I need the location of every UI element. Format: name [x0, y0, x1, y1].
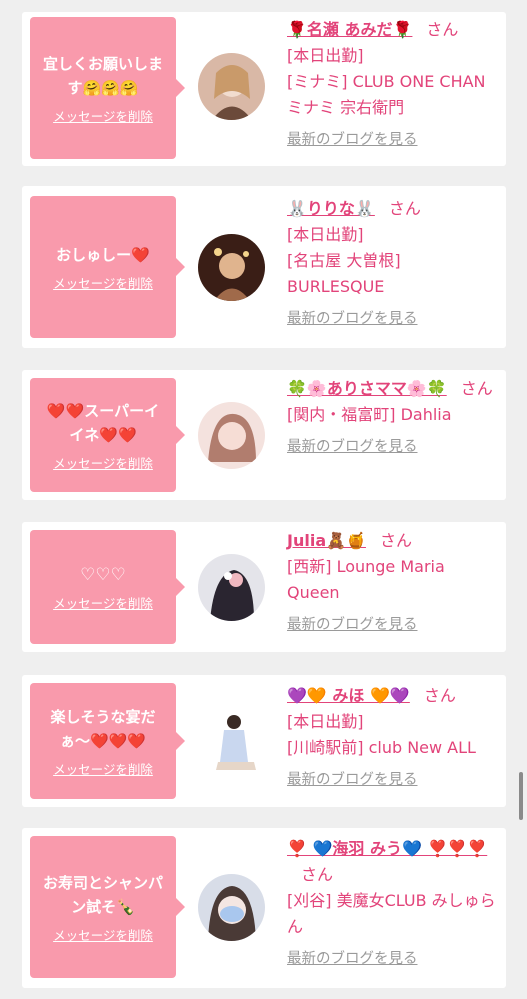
scrollbar[interactable] [519, 772, 523, 820]
latest-blog-link[interactable]: 最新のブログを見る [287, 767, 418, 793]
delete-message-link[interactable]: メッセージを削除 [53, 273, 153, 292]
message-text: 楽しそうな宴だぁ〜❤️❤️❤️ [50, 707, 156, 750]
avatar-image [198, 234, 265, 301]
delete-message-link[interactable]: メッセージを削除 [53, 925, 153, 944]
latest-blog-link[interactable]: 最新のブログを見る [287, 946, 418, 972]
delete-message-link[interactable]: メッセージを削除 [53, 453, 153, 472]
avatar[interactable] [198, 708, 265, 775]
latest-blog-link[interactable]: 最新のブログを見る [287, 612, 418, 638]
message-card: 宜しくお願いします🤗🤗🤗 メッセージを削除 🌹名瀬 あみだ🌹 さん [本日出勤] … [22, 12, 506, 166]
latest-blog-link[interactable]: 最新のブログを見る [287, 434, 418, 460]
profile-info: ❣️ 💙海羽 みう💙 ❣️❣️❣️ さん [刈谷] 美魔女CLUB みしゅらん 最… [287, 836, 499, 972]
avatar[interactable] [198, 402, 265, 469]
profile-name-link[interactable]: 💜🧡 みほ 🧡💜 [287, 686, 410, 705]
message-bubble: お寿司とシャンパン試そ🍾 メッセージを削除 [30, 836, 185, 978]
profile-name-link[interactable]: Julia🧸🍯 [287, 531, 366, 550]
message-bubble: 楽しそうな宴だぁ〜❤️❤️❤️ メッセージを削除 [30, 683, 185, 799]
avatar-image [198, 53, 265, 120]
profile-details: [本日出勤] [川崎駅前] club New ALL [287, 712, 476, 757]
profile-name-link[interactable]: ❣️ 💙海羽 みう💙 ❣️❣️❣️ [287, 839, 487, 858]
avatar[interactable] [198, 874, 265, 941]
message-text: 宜しくお願いします🤗🤗🤗 [42, 54, 163, 97]
message-bubble: ❤️❤️スーパーイイネ❤️❤️ メッセージを削除 [30, 378, 185, 492]
avatar[interactable] [198, 53, 265, 120]
profile-info: 💜🧡 みほ 🧡💜 さん [本日出勤] [川崎駅前] club New ALL 最新… [287, 683, 499, 793]
profile-details: [西新] Lounge Maria Queen [287, 557, 445, 602]
message-bubble: おしゅしー❤️ メッセージを削除 [30, 196, 185, 338]
avatar[interactable] [198, 234, 265, 301]
honorific: さん [301, 865, 334, 884]
message-card: 楽しそうな宴だぁ〜❤️❤️❤️ メッセージを削除 💜🧡 みほ 🧡💜 さん [本日出… [22, 675, 506, 807]
delete-message-link[interactable]: メッセージを削除 [53, 593, 153, 612]
profile-details: [刈谷] 美魔女CLUB みしゅらん [287, 891, 496, 936]
message-bubble: ♡♡♡ メッセージを削除 [30, 530, 185, 644]
profile-info: 🐰りりな🐰 さん [本日出勤] [名古屋 大曽根] BURLESQUE 最新のブロ… [287, 196, 499, 332]
message-text: おしゅしー❤️ [56, 245, 150, 264]
avatar-image [198, 874, 265, 941]
latest-blog-link[interactable]: 最新のブログを見る [287, 306, 418, 332]
honorific: さん [388, 199, 421, 218]
honorific: さん [423, 686, 456, 705]
delete-message-link[interactable]: メッセージを削除 [53, 759, 153, 778]
message-text: ❤️❤️スーパーイイネ❤️❤️ [46, 401, 160, 444]
avatar-image [198, 554, 265, 621]
profile-details: [本日出勤] [名古屋 大曽根] BURLESQUE [287, 225, 401, 296]
profile-name-link[interactable]: 🐰りりな🐰 [287, 199, 375, 218]
message-bubble: 宜しくお願いします🤗🤗🤗 メッセージを削除 [30, 17, 185, 159]
delete-message-link[interactable]: メッセージを削除 [53, 106, 153, 125]
avatar-image [198, 402, 265, 469]
message-card: ❤️❤️スーパーイイネ❤️❤️ メッセージを削除 🍀🌸ありさママ🌸🍀 さん [関内… [22, 370, 506, 500]
profile-name-link[interactable]: 🌹名瀬 あみだ🌹 [287, 20, 412, 39]
avatar[interactable] [198, 554, 265, 621]
message-card: お寿司とシャンパン試そ🍾 メッセージを削除 ❣️ 💙海羽 みう💙 ❣️❣️❣️ さ… [22, 828, 506, 988]
message-text: お寿司とシャンパン試そ🍾 [42, 873, 163, 916]
message-card: ♡♡♡ メッセージを削除 Julia🧸🍯 さん [西新] Lounge Maria… [22, 522, 506, 652]
profile-info: 🍀🌸ありさママ🌸🍀 さん [関内・福富町] Dahlia 最新のブログを見る [287, 376, 499, 460]
honorific: さん [379, 531, 412, 550]
honorific: さん [426, 20, 459, 39]
message-card: おしゅしー❤️ メッセージを削除 🐰りりな🐰 さん [本日出勤] [名古屋 大曽根… [22, 186, 506, 348]
profile-info: Julia🧸🍯 さん [西新] Lounge Maria Queen 最新のブログ… [287, 528, 499, 638]
profile-details: [関内・福富町] Dahlia [287, 405, 452, 424]
profile-info: 🌹名瀬 あみだ🌹 さん [本日出勤] [ミナミ] CLUB ONE CHAN ミナ… [287, 17, 499, 153]
avatar-image [198, 708, 265, 775]
latest-blog-link[interactable]: 最新のブログを見る [287, 127, 418, 153]
message-text: ♡♡♡ [80, 564, 126, 585]
profile-name-link[interactable]: 🍀🌸ありさママ🌸🍀 [287, 379, 447, 398]
profile-details: [本日出勤] [ミナミ] CLUB ONE CHAN ミナミ 宗右衛門 [287, 46, 486, 117]
honorific: さん [460, 379, 493, 398]
